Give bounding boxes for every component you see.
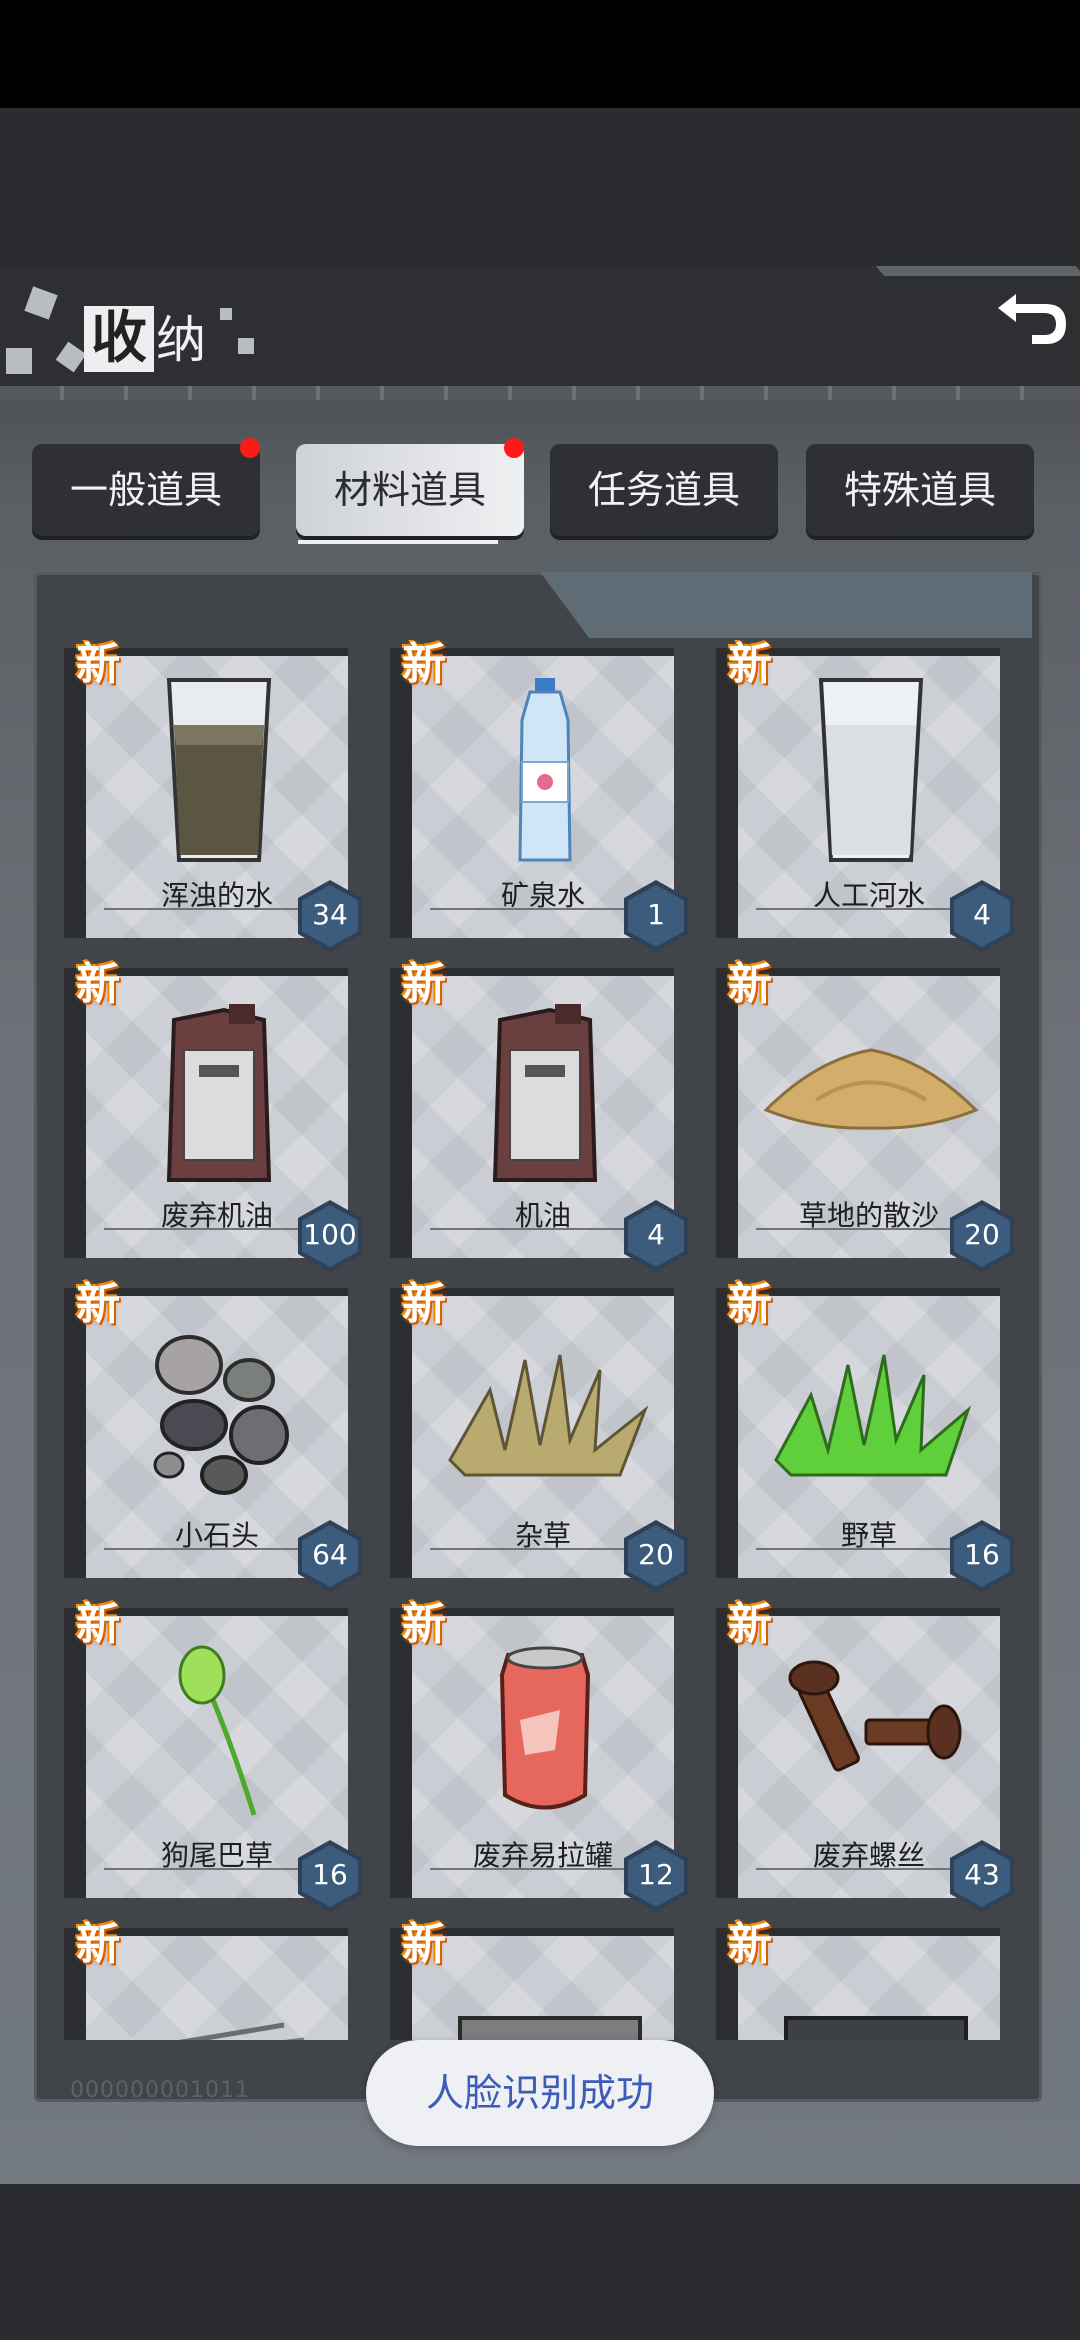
tab-label: 一般道具 bbox=[69, 468, 222, 512]
back-button[interactable] bbox=[986, 266, 1080, 376]
tab-general-items[interactable]: 一般道具 bbox=[32, 438, 260, 536]
new-badge: 新 bbox=[722, 1914, 778, 1976]
item-count: 4 bbox=[973, 898, 991, 931]
decor-square bbox=[220, 308, 232, 320]
new-badge: 新 bbox=[396, 1594, 452, 1656]
item-card[interactable]: 新 浑浊的水 34 bbox=[64, 640, 362, 952]
active-tab-indicator bbox=[298, 540, 498, 544]
inventory-grid[interactable]: 新 浑浊的水 34 新 矿泉水 1 新 人工河水 4 新 废弃机油 100 新 … bbox=[34, 640, 1042, 2040]
item-card[interactable]: 新 bbox=[64, 1919, 348, 2040]
navigation-bar bbox=[0, 2184, 1080, 2340]
item-card[interactable]: 新 野草 16 bbox=[716, 1279, 1014, 1592]
new-badge: 新 bbox=[722, 954, 778, 1016]
notification-dot bbox=[240, 438, 260, 458]
new-badge: 新 bbox=[70, 1914, 126, 1976]
item-card[interactable]: 新 bbox=[716, 1919, 1000, 2040]
item-card[interactable]: 新 机油 4 bbox=[390, 959, 688, 1272]
new-badge: 新 bbox=[396, 1274, 452, 1336]
new-badge: 新 bbox=[396, 640, 452, 696]
dry-grass-icon bbox=[448, 1354, 649, 1477]
new-badge: 新 bbox=[396, 954, 452, 1016]
back-arrow-icon bbox=[998, 294, 1066, 344]
toast-message: 人脸识别成功 bbox=[366, 2040, 714, 2146]
item-count: 34 bbox=[312, 898, 348, 931]
item-card[interactable]: 新 bbox=[390, 1919, 674, 2040]
item-count: 16 bbox=[312, 1858, 348, 1891]
item-count: 64 bbox=[312, 1538, 348, 1571]
water-glass-icon bbox=[818, 678, 924, 862]
notification-dot bbox=[504, 438, 524, 458]
item-card[interactable]: 新 草地的散沙 20 bbox=[716, 959, 1014, 1272]
metal-plate-icon bbox=[784, 2016, 968, 2040]
item-count: 20 bbox=[964, 1218, 1000, 1251]
panel-top-accent bbox=[540, 572, 1032, 638]
oil-can-icon bbox=[166, 1004, 272, 1182]
tab-material-items[interactable]: 材料道具 bbox=[296, 438, 524, 536]
top-band bbox=[0, 108, 1080, 266]
tab-label: 特殊道具 bbox=[843, 468, 996, 512]
item-count: 16 bbox=[964, 1538, 1000, 1571]
new-badge: 新 bbox=[722, 640, 778, 696]
new-badge: 新 bbox=[396, 1914, 452, 1976]
decor-square bbox=[6, 348, 32, 374]
item-count: 20 bbox=[638, 1538, 674, 1571]
new-badge: 新 bbox=[70, 1274, 126, 1336]
footer-id: 000000001011 bbox=[70, 2078, 250, 2103]
new-badge: 新 bbox=[70, 1594, 126, 1656]
sand-pile-icon bbox=[763, 1048, 979, 1130]
item-card[interactable]: 新 狗尾巴草 16 bbox=[64, 1599, 362, 1912]
nails-icon bbox=[178, 2022, 304, 2040]
new-badge: 新 bbox=[70, 954, 126, 1016]
tab-label: 任务道具 bbox=[587, 468, 740, 512]
water-bottle-icon bbox=[518, 678, 572, 862]
green-grass-icon bbox=[774, 1354, 972, 1477]
decor-square bbox=[238, 338, 254, 354]
item-card[interactable]: 新 废弃螺丝 43 bbox=[716, 1599, 1014, 1912]
status-bar bbox=[0, 0, 1080, 108]
page-title-rest: 纳 bbox=[156, 311, 206, 369]
tab-quest-items[interactable]: 任务道具 bbox=[550, 444, 778, 536]
screws-icon bbox=[788, 1660, 962, 1772]
stones-icon bbox=[153, 1335, 289, 1495]
item-count: 100 bbox=[303, 1218, 357, 1251]
new-badge: 新 bbox=[722, 1274, 778, 1336]
item-count: 4 bbox=[647, 1218, 665, 1251]
item-card[interactable]: 新 矿泉水 1 bbox=[390, 640, 688, 952]
item-card[interactable]: 新 废弃机油 100 bbox=[64, 959, 362, 1272]
item-count: 12 bbox=[638, 1858, 674, 1891]
oil-can-icon bbox=[492, 1004, 598, 1182]
tab-special-items[interactable]: 特殊道具 bbox=[806, 444, 1034, 536]
foxtail-grass-icon bbox=[178, 1645, 257, 1816]
item-count: 43 bbox=[964, 1858, 1000, 1891]
header-stripe bbox=[0, 386, 1080, 400]
item-card[interactable]: 新 人工河水 4 bbox=[716, 640, 1014, 952]
item-card[interactable]: 新 废弃易拉罐 12 bbox=[390, 1599, 688, 1912]
metal-pipe-icon bbox=[458, 2016, 642, 2040]
new-badge: 新 bbox=[70, 640, 126, 696]
item-card[interactable]: 新 小石头 64 bbox=[64, 1279, 362, 1592]
murky-water-glass-icon bbox=[166, 678, 272, 862]
item-count: 1 bbox=[647, 898, 665, 931]
soda-can-icon bbox=[499, 1646, 591, 1810]
item-card[interactable]: 新 杂草 20 bbox=[390, 1279, 688, 1592]
tab-label: 材料道具 bbox=[333, 468, 486, 512]
page-title-main: 收 bbox=[91, 306, 147, 371]
new-badge: 新 bbox=[722, 1594, 778, 1656]
